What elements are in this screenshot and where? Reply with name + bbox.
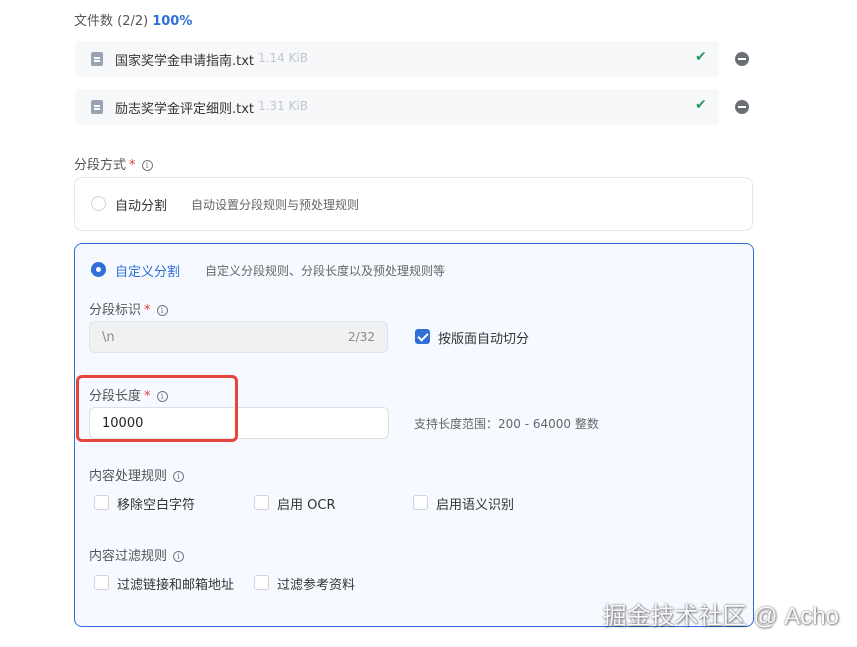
enable-ocr-checkbox[interactable] (254, 495, 269, 510)
info-icon[interactable]: i (173, 471, 185, 482)
identifier-char-count: 2/32 (348, 330, 375, 344)
filter-links-label: 过滤链接和邮箱地址 (117, 578, 235, 593)
custom-split-desc: 自定义分段规则、分段长度以及预处理规则等 (205, 264, 446, 278)
semantic-recognition-checkbox[interactable] (413, 495, 428, 510)
auto-split-option[interactable]: 自动分割 自动设置分段规则与预处理规则 (74, 177, 753, 231)
remove-file-button[interactable] (735, 100, 749, 114)
file-item: 励志奖学金评定细则.txt 1.31 KiB ✔ (75, 89, 719, 125)
identifier-value: \n (102, 330, 115, 345)
upload-progress: 100% (152, 14, 193, 29)
identifier-input[interactable]: \n 2/32 (89, 321, 388, 353)
file-count: 文件数 (2/2) 100% (74, 10, 192, 29)
check-icon: ✔ (695, 49, 707, 65)
length-range-hint: 支持长度范围：200 - 64000 整数 (414, 417, 599, 431)
required-mark: * (144, 303, 151, 318)
remove-whitespace-label: 移除空白字符 (117, 498, 196, 513)
info-icon[interactable]: i (141, 160, 153, 171)
info-icon[interactable]: i (156, 305, 168, 316)
file-icon (91, 52, 103, 66)
identifier-label: 分段标识 * i (89, 299, 168, 318)
auto-split-radio[interactable] (91, 196, 106, 211)
auto-split-title: 自动分割 (115, 199, 168, 214)
filter-references-label: 过滤参考资料 (277, 578, 356, 593)
remove-whitespace-checkbox[interactable] (94, 495, 109, 510)
auto-split-desc: 自动设置分段规则与预处理规则 (191, 198, 360, 212)
file-size: 1.14 KiB (258, 51, 308, 65)
semantic-recognition-label: 启用语义识别 (436, 498, 515, 513)
custom-split-radio[interactable] (91, 262, 106, 277)
check-icon: ✔ (695, 97, 707, 113)
filter-rules-label: 内容过滤规则 i (89, 545, 185, 564)
content-rules-label: 内容处理规则 i (89, 465, 185, 484)
file-size: 1.31 KiB (258, 99, 308, 113)
info-icon[interactable]: i (173, 551, 185, 562)
page-split-label: 按版面自动切分 (438, 332, 530, 347)
required-mark: * (129, 158, 136, 173)
remove-file-button[interactable] (735, 52, 749, 66)
enable-ocr-label: 启用 OCR (277, 498, 336, 513)
highlight-annotation (76, 375, 238, 442)
file-name: 国家奖学金申请指南.txt (115, 54, 255, 69)
segmentation-label: 分段方式 * i (74, 154, 153, 173)
watermark: 掘金技术社区 @ Acho (602, 603, 839, 630)
custom-split-title: 自定义分割 (115, 265, 181, 280)
file-item: 国家奖学金申请指南.txt 1.14 KiB ✔ (75, 41, 719, 77)
file-count-label: 文件数 (2/2) (74, 14, 149, 29)
file-name: 励志奖学金评定细则.txt (115, 102, 255, 117)
file-icon (91, 100, 103, 114)
filter-links-checkbox[interactable] (94, 575, 109, 590)
page-split-checkbox[interactable] (415, 329, 430, 344)
filter-references-checkbox[interactable] (254, 575, 269, 590)
